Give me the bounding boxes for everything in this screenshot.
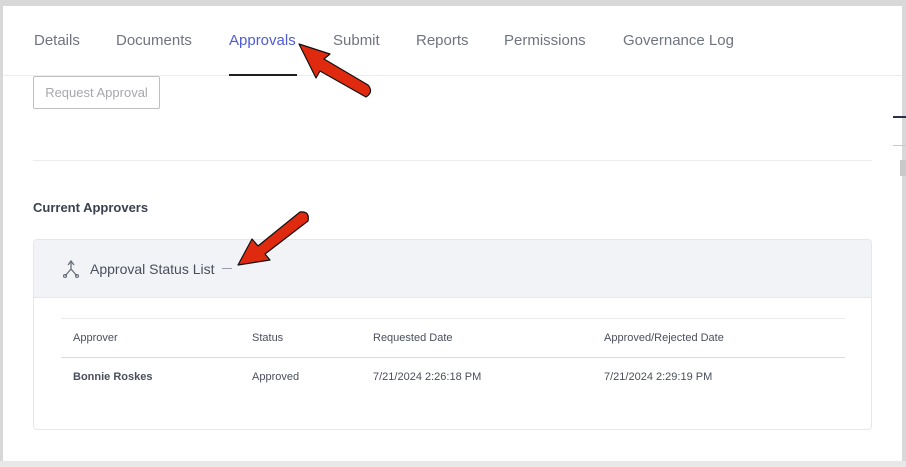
background-edge — [0, 461, 906, 467]
annotation-arrow-icon — [298, 43, 372, 98]
table-row: Bonnie Roskes Approved 7/21/2024 2:26:18… — [61, 357, 845, 397]
request-approval-button[interactable]: Request Approval — [33, 76, 160, 109]
column-header: Approver — [73, 332, 118, 344]
approver-name: Bonnie Roskes — [73, 371, 153, 383]
annotation-arrow-icon — [237, 211, 309, 266]
modal-dialog: Details Documents Approvals Submit Repor… — [3, 6, 902, 461]
tab-permissions[interactable]: Permissions — [504, 32, 586, 49]
tab-governance-log[interactable]: Governance Log — [623, 32, 734, 49]
column-header: Requested Date — [373, 332, 453, 344]
tab-reports[interactable]: Reports — [416, 32, 469, 49]
active-tab-indicator — [229, 74, 297, 76]
tab-documents[interactable]: Documents — [116, 32, 192, 49]
column-header: Status — [252, 332, 284, 344]
tab-bar: Details Documents Approvals Submit Repor… — [3, 6, 902, 76]
minus-icon[interactable] — [222, 268, 232, 269]
table-header-row: Approver Status Requested Date Approved/… — [61, 318, 845, 358]
tab-details[interactable]: Details — [34, 32, 80, 49]
status-cell: Approved — [252, 371, 300, 383]
panel-title: Approval Status List — [90, 261, 215, 277]
section-title: Current Approvers — [33, 200, 149, 215]
panel-header[interactable]: Approval Status List — [34, 240, 871, 298]
approval-flow-icon — [62, 259, 80, 279]
column-header: Approved/Rejected Date — [604, 332, 724, 344]
tab-approvals[interactable]: Approvals — [229, 32, 296, 49]
approval-status-panel: Approval Status List Approver Status Req… — [33, 239, 872, 430]
background-edge — [893, 116, 906, 118]
background-edge — [900, 160, 906, 176]
requested-date-cell: 7/21/2024 2:26:18 PM — [373, 371, 482, 383]
divider — [33, 160, 872, 161]
background-edge — [893, 145, 906, 146]
approved-date-cell: 7/21/2024 2:29:19 PM — [604, 371, 713, 383]
